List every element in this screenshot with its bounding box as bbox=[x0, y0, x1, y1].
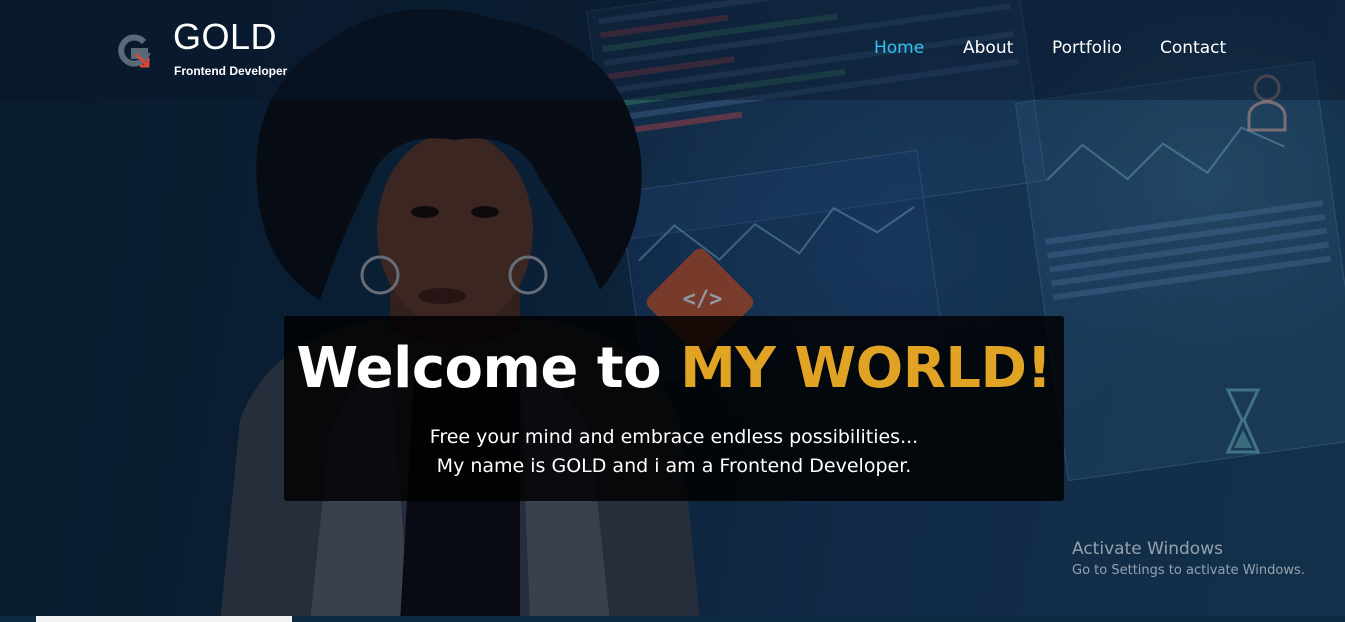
welcome-heading: Welcome to MY WORLD! bbox=[284, 336, 1064, 401]
nav-home-link[interactable]: Home bbox=[874, 38, 924, 58]
activate-windows-watermark: Activate Windows Go to Settings to activ… bbox=[1072, 539, 1305, 578]
nav-about-link[interactable]: About bbox=[963, 38, 1013, 58]
bottom-edge-tab bbox=[36, 616, 292, 622]
welcome-heading-accent: MY WORLD! bbox=[680, 336, 1052, 401]
brand-subtitle: Frontend Developer bbox=[174, 64, 288, 78]
nav-contact-link[interactable]: Contact bbox=[1160, 38, 1226, 58]
welcome-box: Welcome to MY WORLD! Free your mind and … bbox=[284, 316, 1064, 501]
tagline-line-1: Free your mind and embrace endless possi… bbox=[429, 426, 919, 448]
site-header: GOLD Frontend Developer Home About Portf… bbox=[0, 0, 1345, 100]
activate-windows-subtitle: Go to Settings to activate Windows. bbox=[1072, 563, 1305, 578]
tagline-line-2: My name is GOLD and i am a Frontend Deve… bbox=[436, 455, 912, 477]
brand-name[interactable]: GOLD bbox=[173, 16, 277, 58]
nav-portfolio-link[interactable]: Portfolio bbox=[1052, 38, 1122, 58]
page: </> GOLD Frontend Developer Home About P… bbox=[0, 0, 1345, 622]
welcome-heading-main: Welcome to bbox=[296, 336, 662, 401]
g-logo-icon[interactable] bbox=[116, 32, 152, 68]
activate-windows-title: Activate Windows bbox=[1072, 539, 1223, 559]
